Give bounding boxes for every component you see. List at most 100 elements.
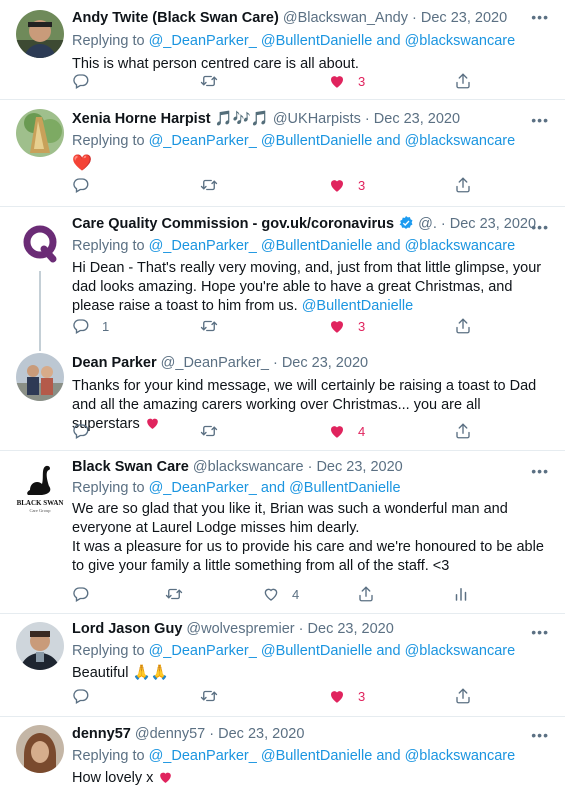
mention-link[interactable]: @_DeanParker_ — [149, 480, 257, 496]
tweet-denny57[interactable]: denny57 @denny57 · Dec 23, 2020 Replying… — [0, 717, 565, 791]
tweet-actions: 3 — [72, 687, 482, 707]
mention-link[interactable]: @_DeanParker_ — [149, 33, 257, 49]
mention-link[interactable]: @blackswancare — [405, 33, 516, 49]
like-button[interactable]: 3 — [328, 72, 365, 90]
more-options-icon[interactable]: ••• — [531, 463, 549, 479]
like-button[interactable]: 4 — [328, 422, 365, 440]
retweet-button[interactable] — [200, 72, 218, 90]
mention-link[interactable]: @_DeanParker_ — [149, 748, 257, 764]
timestamp[interactable]: Dec 23, 2020 — [282, 355, 368, 371]
mention-link[interactable]: @BullentDanielle — [261, 33, 372, 49]
mention-link[interactable]: @BullentDanielle — [261, 643, 372, 659]
timestamp[interactable]: Dec 23, 2020 — [316, 459, 402, 475]
avatar[interactable] — [16, 353, 64, 401]
mention-link[interactable]: @BullentDanielle — [302, 298, 413, 314]
like-count: 4 — [292, 586, 300, 602]
reply-icon — [72, 317, 90, 335]
like-button[interactable]: 3 — [328, 687, 365, 705]
mention-link[interactable]: @_DeanParker_ — [149, 643, 257, 659]
timestamp[interactable]: Dec 23, 2020 — [374, 111, 460, 127]
mention-link[interactable]: @blackswancare — [405, 133, 516, 149]
tweet-header: Xenia Horne Harpist 🎵🎶🎵 @UKHarpists · De… — [72, 111, 461, 127]
share-button[interactable] — [454, 317, 472, 335]
display-name[interactable]: Lord Jason Guy — [72, 621, 182, 637]
handle[interactable]: @wolvespremier — [186, 621, 294, 637]
mention-link[interactable]: @BullentDanielle — [289, 480, 400, 496]
tweet-header: Black Swan Care @blackswancare · Dec 23,… — [72, 459, 403, 475]
tweet-andy-twite[interactable]: Andy Twite (Black Swan Care) @Blackswan_… — [0, 0, 565, 100]
tweet-xenia-horne[interactable]: Xenia Horne Harpist 🎵🎶🎵 @UKHarpists · De… — [0, 100, 565, 207]
heart-icon — [328, 72, 346, 90]
tweet-actions: 1 3 — [72, 317, 482, 337]
share-icon — [357, 585, 375, 603]
display-name[interactable]: denny57 — [72, 726, 131, 742]
retweet-button[interactable] — [200, 176, 218, 194]
svg-text:BLACK SWAN: BLACK SWAN — [17, 499, 64, 507]
handle[interactable]: @blackswancare — [193, 459, 304, 475]
display-name[interactable]: Black Swan Care — [72, 459, 189, 475]
replying-to: Replying to @_DeanParker_ @BullentDaniel… — [72, 643, 516, 659]
tweet-black-swan-care[interactable]: BLACK SWAN Care Group Black Swan Care @b… — [0, 451, 565, 614]
reply-button[interactable] — [72, 176, 102, 194]
avatar[interactable] — [16, 725, 64, 773]
verified-badge-icon — [398, 215, 414, 231]
like-button[interactable]: 3 — [328, 317, 365, 335]
handle[interactable]: @_DeanParker_ — [161, 355, 269, 371]
share-icon — [454, 176, 472, 194]
mention-link[interactable]: @_DeanParker_ — [149, 238, 257, 254]
mention-link[interactable]: @blackswancare — [405, 748, 516, 764]
reply-button[interactable] — [72, 72, 102, 90]
handle[interactable]: @UKHarpists — [273, 111, 361, 127]
timestamp[interactable]: Dec 23, 2020 — [450, 216, 536, 232]
share-icon — [454, 317, 472, 335]
avatar[interactable] — [16, 109, 64, 157]
like-button[interactable]: 4 — [262, 585, 299, 603]
like-button[interactable]: 3 — [328, 176, 365, 194]
like-count: 3 — [358, 318, 366, 334]
more-options-icon[interactable]: ••• — [531, 219, 549, 235]
reply-button[interactable] — [72, 687, 90, 705]
more-options-icon[interactable]: ••• — [531, 112, 549, 128]
avatar[interactable] — [16, 622, 64, 670]
tweet-lord-jason-guy[interactable]: Lord Jason Guy @wolvespremier · Dec 23, … — [0, 614, 565, 717]
reply-button[interactable]: 1 — [72, 317, 109, 335]
mention-link[interactable]: @blackswancare — [405, 238, 516, 254]
display-name[interactable]: Xenia Horne Harpist — [72, 111, 211, 127]
tweet-care-quality-commission[interactable]: Care Quality Commission - gov.uk/coronav… — [0, 207, 565, 351]
timestamp[interactable]: Dec 23, 2020 — [308, 621, 394, 637]
analytics-button[interactable] — [452, 585, 470, 603]
mention-link[interactable]: @blackswancare — [405, 643, 516, 659]
handle[interactable]: @denny57 — [135, 726, 205, 742]
retweet-button[interactable] — [200, 317, 218, 335]
share-button[interactable] — [454, 176, 472, 194]
avatar[interactable] — [16, 219, 64, 267]
retweet-button[interactable] — [200, 687, 218, 705]
mention-link[interactable]: @BullentDanielle — [261, 133, 372, 149]
share-button[interactable] — [454, 687, 472, 705]
share-button[interactable] — [454, 422, 472, 440]
reply-button[interactable] — [72, 422, 90, 440]
share-button[interactable] — [357, 585, 375, 603]
display-name[interactable]: Care Quality Commission - gov.uk/coronav… — [72, 216, 394, 232]
mention-link[interactable]: @BullentDanielle — [261, 748, 372, 764]
reply-button[interactable] — [72, 585, 90, 603]
mention-link[interactable]: @_DeanParker_ — [149, 133, 257, 149]
retweet-button[interactable] — [165, 585, 183, 603]
mention-link[interactable]: @BullentDanielle — [261, 238, 372, 254]
share-button[interactable] — [454, 72, 472, 90]
handle[interactable]: @. — [418, 216, 437, 232]
timestamp[interactable]: Dec 23, 2020 — [218, 726, 304, 742]
replying-to: Replying to @_DeanParker_ @BullentDaniel… — [72, 748, 516, 764]
handle[interactable]: @Blackswan_Andy — [283, 10, 408, 26]
tweet-dean-parker[interactable]: Dean Parker @_DeanParker_ · Dec 23, 2020… — [0, 347, 565, 451]
more-options-icon[interactable]: ••• — [531, 9, 549, 25]
more-options-icon[interactable]: ••• — [531, 624, 549, 640]
display-name[interactable]: Andy Twite (Black Swan Care) — [72, 10, 279, 26]
timestamp[interactable]: Dec 23, 2020 — [421, 10, 507, 26]
avatar[interactable] — [16, 10, 64, 58]
retweet-button[interactable] — [200, 422, 218, 440]
reply-icon — [72, 72, 90, 90]
more-options-icon[interactable]: ••• — [531, 727, 549, 743]
display-name[interactable]: Dean Parker — [72, 355, 157, 371]
avatar[interactable]: BLACK SWAN Care Group — [16, 460, 64, 518]
